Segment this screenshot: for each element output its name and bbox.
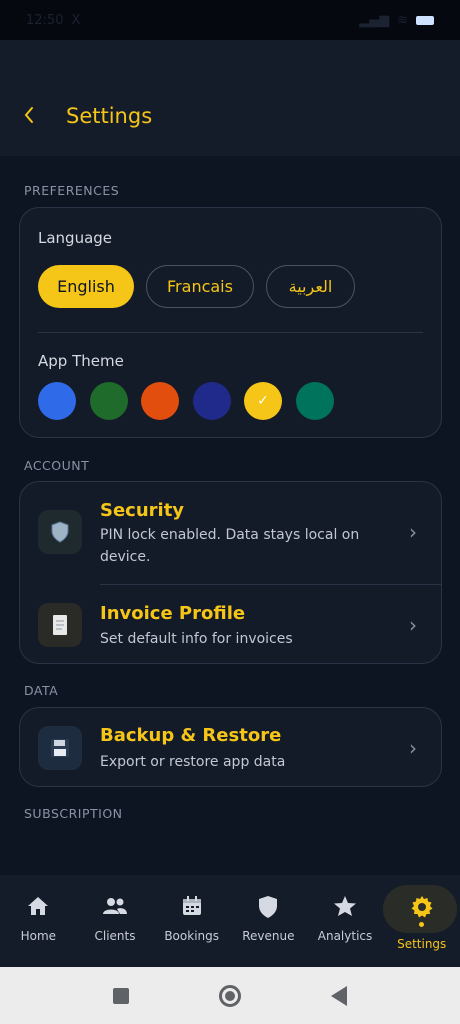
- home-button[interactable]: [219, 984, 241, 1007]
- language-option-english[interactable]: English: [38, 265, 134, 308]
- nav-home[interactable]: Home: [0, 875, 77, 967]
- nav-label-analytics: Analytics: [317, 929, 373, 943]
- calendar-icon: [181, 895, 203, 921]
- backup-restore-row[interactable]: Backup & Restore Export or restore app d…: [20, 708, 441, 788]
- chevron-right-icon: ›: [409, 736, 417, 760]
- divider: [38, 332, 423, 333]
- theme-swatch-indigo[interactable]: [193, 382, 231, 420]
- preferences-card: Language English Francais العربية App Th…: [19, 207, 442, 438]
- wifi-icon: ≋: [397, 12, 408, 28]
- nav-label-settings: Settings: [397, 937, 447, 951]
- nav-label-home: Home: [20, 929, 57, 943]
- section-label-account: ACCOUNT: [24, 458, 90, 473]
- back-button[interactable]: [22, 106, 44, 130]
- nav-revenue[interactable]: Revenue: [230, 875, 307, 967]
- section-label-data: DATA: [24, 683, 59, 698]
- back-nav-button[interactable]: [331, 985, 347, 1006]
- theme-label: App Theme: [38, 352, 124, 370]
- theme-swatch-teal[interactable]: [296, 382, 334, 420]
- language-option-arabic[interactable]: العربية: [266, 265, 355, 308]
- backup-restore-subtitle: Export or restore app data: [100, 754, 286, 770]
- invoice-profile-row[interactable]: Invoice Profile Set default info for inv…: [20, 585, 441, 665]
- chevron-left-icon: [24, 107, 33, 123]
- x-icon: X: [71, 12, 81, 28]
- shield-icon: [257, 895, 279, 921]
- invoice-profile-title: Invoice Profile: [100, 603, 246, 624]
- theme-swatch-blue[interactable]: [38, 382, 76, 420]
- star-icon: [333, 895, 357, 921]
- nav-analytics[interactable]: Analytics: [307, 875, 384, 967]
- signal-icon: ▂▄▆: [359, 12, 390, 28]
- section-label-preferences: PREFERENCES: [24, 183, 120, 198]
- language-option-francais[interactable]: Francais: [146, 265, 254, 308]
- language-label: Language: [38, 229, 113, 247]
- status-bar: 12:50 X ▂▄▆ ≋: [0, 0, 460, 40]
- theme-swatch-orange[interactable]: [141, 382, 179, 420]
- nav-label-bookings: Bookings: [164, 929, 220, 943]
- floppy-disk-icon: [38, 726, 82, 770]
- invoice-profile-subtitle: Set default info for invoices: [100, 631, 293, 647]
- account-card: Security PIN lock enabled. Data stays lo…: [19, 481, 442, 664]
- battery-icon: [416, 15, 434, 25]
- receipt-icon: [38, 603, 82, 647]
- section-label-subscription: SUBSCRIPTION: [24, 806, 123, 821]
- nav-settings[interactable]: Settings: [383, 875, 460, 967]
- backup-restore-title: Backup & Restore: [100, 725, 282, 746]
- nav-bookings[interactable]: Bookings: [153, 875, 230, 967]
- nav-label-revenue: Revenue: [242, 929, 295, 943]
- security-subtitle: PIN lock enabled. Data stays local on de…: [100, 527, 360, 565]
- recent-apps-button[interactable]: [113, 987, 129, 1004]
- bottom-nav: Home Clients Bookings Revenue Analytics …: [0, 875, 460, 967]
- data-card: Backup & Restore Export or restore app d…: [19, 707, 442, 787]
- header: Settings: [0, 40, 460, 156]
- security-row[interactable]: Security PIN lock enabled. Data stays lo…: [20, 482, 441, 584]
- security-title: Security: [100, 500, 185, 521]
- home-icon: [26, 895, 50, 921]
- check-icon: ✓: [257, 393, 269, 409]
- page-title: Settings: [66, 104, 153, 128]
- theme-swatch-green[interactable]: [90, 382, 128, 420]
- gear-icon: [410, 895, 434, 921]
- shield-icon: [38, 510, 82, 554]
- status-time: 12:50: [26, 12, 64, 28]
- people-icon: [102, 895, 128, 921]
- nav-clients[interactable]: Clients: [77, 875, 154, 967]
- nav-label-clients: Clients: [94, 929, 136, 943]
- chevron-right-icon: ›: [409, 613, 417, 637]
- theme-swatch-yellow[interactable]: ✓: [244, 382, 282, 420]
- system-nav-bar: [0, 967, 460, 1024]
- chevron-right-icon: ›: [409, 520, 417, 544]
